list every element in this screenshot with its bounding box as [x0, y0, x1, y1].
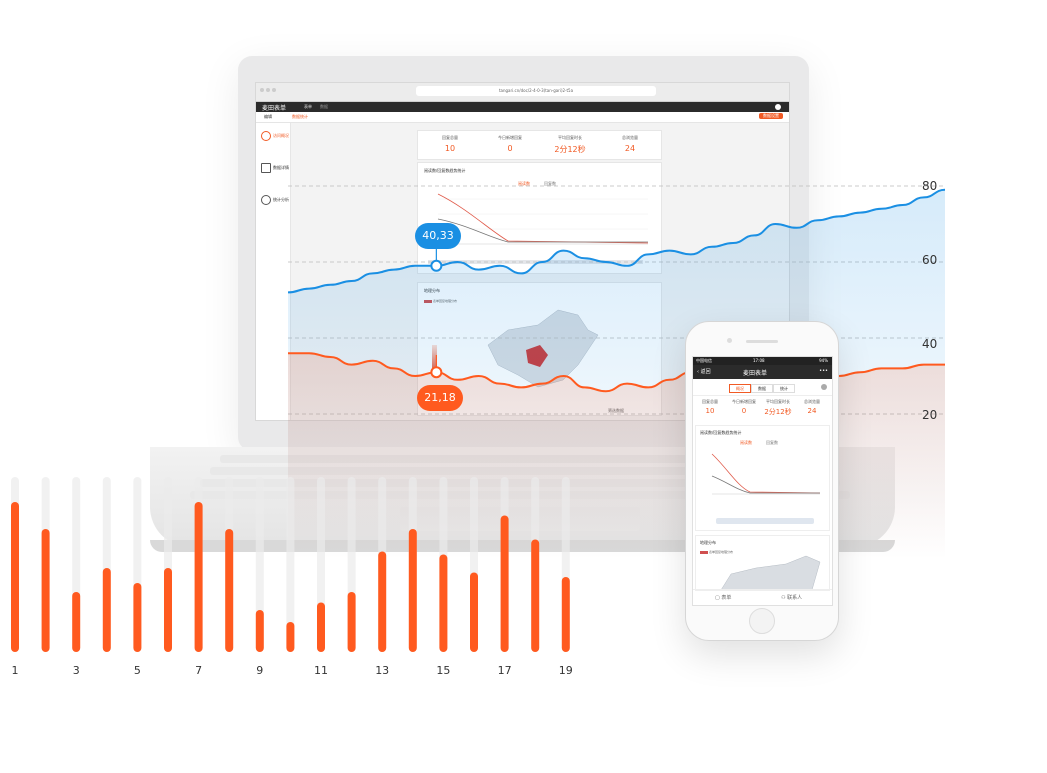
phone-stat-today: 今日新增回复 0 — [727, 399, 761, 415]
phone-title: 麦田表单 — [743, 370, 768, 377]
phone-nav-bar: ‹ 返回 麦田表单 ••• — [693, 365, 832, 379]
stat-value: 10 — [705, 407, 715, 415]
phone-status-bar: 中国电信 17:08 94% — [693, 357, 832, 365]
legend-replies[interactable]: 回复数 — [766, 440, 778, 446]
x-tick-label: 5 — [133, 664, 141, 677]
phone-china-map[interactable] — [716, 554, 826, 590]
x-tick-label: 3 — [72, 664, 80, 677]
phone-tabs: 概况 数据 统计 — [693, 381, 832, 396]
bar[interactable] — [470, 572, 478, 653]
bar[interactable] — [255, 610, 264, 652]
stat-label: 今日新增回复 — [732, 399, 756, 404]
phone-range-slider[interactable] — [716, 518, 814, 524]
bar[interactable] — [317, 602, 325, 653]
stat-value: 24 — [807, 407, 817, 415]
x-tick-label: 13 — [375, 664, 390, 677]
x-tick-label: 7 — [195, 664, 203, 677]
y-tick-label: 20 — [922, 408, 938, 422]
clock-label: 17:08 — [753, 358, 765, 363]
bar[interactable] — [225, 529, 234, 652]
bar[interactable] — [164, 568, 172, 652]
bar[interactable] — [11, 502, 19, 652]
bar[interactable] — [378, 551, 387, 653]
bar[interactable] — [41, 529, 50, 652]
overlay-bar-chart — [11, 477, 570, 653]
x-tick-label: 1 — [11, 664, 19, 677]
speaker-grille — [746, 340, 778, 343]
phone-trend-card: 阅读数/回复数趋势统计 阅读数 回复数 — [695, 425, 830, 531]
legend-views[interactable]: 阅读数 — [740, 440, 752, 446]
back-button[interactable]: ‹ 返回 — [697, 368, 711, 375]
y-tick-label: 80 — [922, 179, 938, 193]
bottom-tab-label: 联系人 — [787, 595, 803, 601]
gear-icon[interactable] — [821, 384, 827, 390]
bar[interactable] — [194, 502, 203, 652]
bar[interactable] — [439, 554, 448, 653]
bar[interactable] — [500, 515, 509, 653]
phone-stat-views: 总浏览量 24 — [795, 399, 829, 415]
stat-value: 2分12秒 — [764, 408, 792, 416]
bottom-tab-forms[interactable]: ▢ 表单 — [715, 594, 731, 601]
orange-series-tooltip: 21,18 — [417, 385, 463, 411]
tab-stats[interactable]: 统计 — [773, 384, 795, 393]
stat-value: 0 — [741, 407, 747, 415]
back-label: 返回 — [700, 369, 711, 375]
tab-overview[interactable]: 概况 — [729, 384, 751, 393]
bottom-tab-contacts[interactable]: ⚇ 联系人 — [781, 594, 802, 601]
phone-geo-card: 地理分布 表单回复地理分布 — [695, 535, 830, 591]
bar[interactable] — [561, 577, 570, 652]
bar[interactable] — [72, 592, 81, 652]
phone-stat-total: 回复总量 10 — [693, 399, 727, 415]
phone-screen: 中国电信 17:08 94% ‹ 返回 麦田表单 ••• 概况 数据 统计 回复… — [692, 356, 833, 606]
phone-bottom-bar: ▢ 表单 ⚇ 联系人 — [693, 589, 832, 605]
stat-label: 回复总量 — [702, 399, 718, 404]
phone-trend-chart — [711, 453, 821, 495]
more-button[interactable]: ••• — [819, 368, 828, 374]
phone-geo-title: 地理分布 — [700, 540, 716, 545]
battery-label: 94% — [819, 358, 828, 363]
x-tick-label: 17 — [497, 664, 512, 677]
highlight-point[interactable] — [430, 259, 443, 272]
y-tick-label: 40 — [922, 337, 938, 351]
blue-series-tooltip: 40,33 — [415, 223, 461, 249]
y-tick-label: 60 — [922, 253, 938, 267]
x-tick-label: 19 — [558, 664, 573, 677]
tab-data[interactable]: 数据 — [751, 384, 773, 393]
bar[interactable] — [408, 529, 417, 652]
bar[interactable] — [347, 592, 356, 652]
phone-trend-title: 阅读数/回复数趋势统计 — [700, 430, 742, 435]
front-camera — [727, 338, 732, 343]
highlight-point[interactable] — [430, 366, 443, 379]
bottom-tab-label: 表单 — [721, 595, 732, 601]
bar[interactable] — [133, 583, 142, 652]
bar[interactable] — [102, 568, 111, 652]
carrier-label: 中国电信 — [696, 358, 712, 363]
stat-label: 总浏览量 — [804, 399, 820, 404]
bar[interactable] — [531, 539, 540, 653]
stat-label: 平均回复时长 — [766, 399, 790, 404]
x-tick-label: 11 — [314, 664, 328, 677]
phone-stat-avg: 平均回复时长 2分12秒 — [761, 399, 795, 417]
x-tick-label: 9 — [256, 664, 264, 677]
home-button[interactable] — [749, 608, 775, 634]
legend-swatch — [700, 550, 708, 554]
x-tick-label: 15 — [436, 664, 451, 677]
bar[interactable] — [286, 622, 295, 652]
